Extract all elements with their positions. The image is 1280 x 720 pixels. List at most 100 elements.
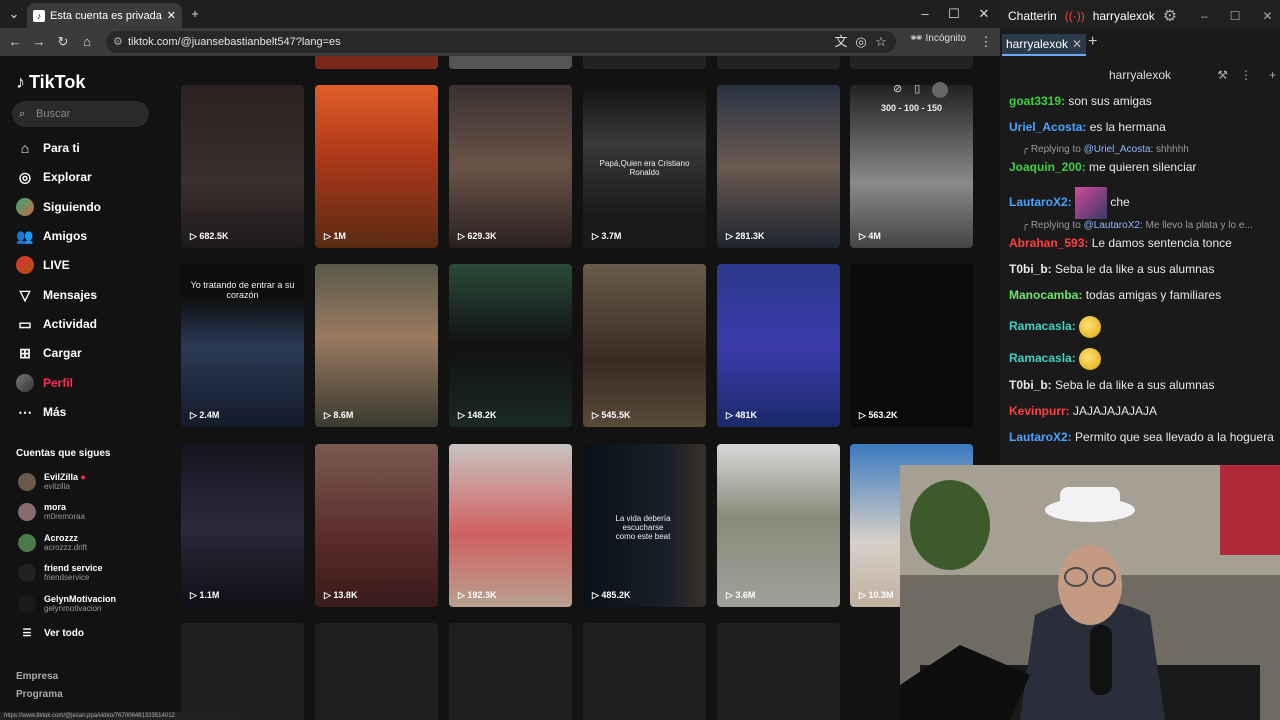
following-account[interactable]: EvilZilla ● evilzilla <box>18 472 86 491</box>
video-thumbnail[interactable]: Yo tratando de entrar a su corazón ▷ 2.4M <box>181 264 304 427</box>
video-thumbnail[interactable]: 300 - 100 - 150 ▷ 4M <box>850 85 973 248</box>
close-tab-icon[interactable]: ✕ <box>167 9 176 22</box>
video-thumbnail-partial[interactable] <box>449 56 572 69</box>
minimize-icon[interactable]: – <box>914 4 936 24</box>
video-thumbnail[interactable]: ▷ 8.6M <box>315 264 438 427</box>
browser-menu-icon[interactable]: ⋮ <box>975 32 997 52</box>
video-thumbnail[interactable]: ▷ 629.3K <box>449 85 572 248</box>
chat-username[interactable]: Uriel_Acosta: <box>1009 120 1086 134</box>
chat-username[interactable]: LautaroX2: <box>1009 195 1072 209</box>
following-account[interactable]: mora m0remoraa <box>18 502 85 521</box>
nav-siguiendo[interactable]: Siguiendo <box>16 196 101 218</box>
chat-username[interactable]: LautaroX2: <box>1009 430 1072 444</box>
video-thumbnail[interactable]: ▷ 3.6M <box>717 444 840 607</box>
video-thumbnail-partial[interactable] <box>717 56 840 69</box>
video-thumbnail-partial[interactable] <box>850 56 973 69</box>
video-thumbnail[interactable]: ▷ 13.8K <box>315 444 438 607</box>
url-field[interactable]: ⚙ tiktok.com/@juansebastianbelt547?lang=… <box>106 31 896 53</box>
translate-icon[interactable]: 文 <box>830 32 852 52</box>
tab-search-icon[interactable]: ⌄ <box>3 4 25 24</box>
video-thumbnail[interactable]: ▷ 563.2K <box>850 264 973 427</box>
video-thumbnail[interactable]: ▷ 1M <box>315 85 438 248</box>
chat-username[interactable]: T0bi_b: <box>1009 378 1052 392</box>
nav-amigos[interactable]: 👥 Amigos <box>16 225 87 247</box>
close-window-icon[interactable]: ✕ <box>1263 9 1273 23</box>
incognito-indicator[interactable]: 🕶 Incógnito <box>910 33 966 44</box>
footer-link[interactable]: Empresa <box>16 671 58 682</box>
close-window-icon[interactable]: ✕ <box>973 4 995 24</box>
back-icon[interactable]: ← <box>4 32 26 52</box>
phone-icon[interactable]: ▯ <box>914 82 920 98</box>
reply-label: Replying to <box>1030 144 1081 155</box>
search-input[interactable]: ⌕ Buscar <box>12 101 149 127</box>
reload-icon[interactable]: ↻ <box>52 32 74 52</box>
video-caption: Papá,Quien era Cristiano Ronaldo <box>599 159 690 177</box>
add-split-icon[interactable]: + <box>1269 64 1276 86</box>
nav-live[interactable]: LIVE <box>16 254 70 276</box>
video-thumbnail-partial[interactable] <box>583 56 706 69</box>
nav-perfil[interactable]: Perfil <box>16 372 73 394</box>
bookmark-star-icon[interactable]: ☆ <box>870 32 892 52</box>
video-thumbnail[interactable]: La vida debería escucharse como este bea… <box>583 444 706 607</box>
video-placeholder <box>181 623 304 720</box>
chat-username[interactable]: Joaquin_200: <box>1009 160 1086 174</box>
video-placeholder <box>315 623 438 720</box>
video-thumbnail[interactable]: ▷ 682.5K <box>181 85 304 248</box>
chat-username[interactable]: goat3319: <box>1009 94 1065 108</box>
view-count-value: 682.5K <box>199 231 229 241</box>
nav-explorar[interactable]: ◎ Explorar <box>16 166 92 188</box>
new-tab-icon[interactable]: + <box>184 4 206 24</box>
nav-mas[interactable]: ⋯ Más <box>16 401 66 423</box>
moderation-icon[interactable]: ⚒ <box>1217 64 1228 86</box>
video-thumbnail[interactable]: ▷ 481K <box>717 264 840 427</box>
footer-link[interactable]: Programa <box>16 689 63 700</box>
chat-channel-tab[interactable]: harryalexok ✕ <box>1002 34 1087 56</box>
see-all-link[interactable]: ☰ Ver todo <box>18 628 85 639</box>
following-account[interactable]: Acrozzz acrozzz.drift <box>18 533 87 552</box>
chat-username[interactable]: Ramacasla: <box>1009 319 1076 333</box>
avatar[interactable] <box>932 82 949 98</box>
video-thumbnail[interactable]: ▷ 1.1M <box>181 444 304 607</box>
compass-small-icon[interactable]: ⊘ <box>893 82 902 98</box>
nav-mensajes[interactable]: ▽ Mensajes <box>16 284 97 306</box>
reply-context[interactable]: ╭ Replying to @LautaroX2: Me llevo la pl… <box>1022 220 1272 231</box>
reply-context[interactable]: ╭ Replying to @Uriel_Acosta: shhhhh <box>1022 144 1272 155</box>
video-thumbnail-partial[interactable] <box>315 56 438 69</box>
following-account[interactable]: friend service friendservice <box>18 563 103 582</box>
chat-username[interactable]: Kevinpurr: <box>1009 404 1070 418</box>
avatar <box>18 563 36 582</box>
nav-para-ti[interactable]: ⌂ Para ti <box>16 137 80 159</box>
following-account[interactable]: GelynMotivacion gelynmotivacion <box>18 594 116 613</box>
tracking-icon[interactable]: ◎ <box>850 32 872 52</box>
video-thumbnail[interactable]: ▷ 148.2K <box>449 264 572 427</box>
close-tab-icon[interactable]: ✕ <box>1072 37 1082 51</box>
view-count: ▷ 13.8K <box>324 590 358 600</box>
forward-icon[interactable]: → <box>28 32 50 52</box>
reply-quote: Me llevo la plata y lo e... <box>1145 220 1253 231</box>
browser-tab[interactable]: ♪ Esta cuenta es privada. Sigue e ✕ <box>27 3 182 28</box>
tiktok-logo[interactable]: ♪ TikTok <box>16 72 85 93</box>
home-page-icon[interactable]: ⌂ <box>76 32 98 52</box>
add-tab-icon[interactable]: + <box>1088 33 1097 51</box>
chat-username[interactable]: Manocamba: <box>1009 288 1082 302</box>
nav-actividad[interactable]: ▭ Actividad <box>16 313 97 335</box>
settings-gear-icon[interactable]: ⚙ <box>1163 6 1177 26</box>
nav-cargar[interactable]: ⊞ Cargar <box>16 342 82 364</box>
view-count-value: 1M <box>333 231 346 241</box>
video-thumbnail[interactable]: ▷ 192.3K <box>449 444 572 607</box>
chat-message: Ramacasla: <box>1009 313 1274 339</box>
chat-menu-icon[interactable]: ⋮ <box>1240 64 1252 86</box>
live-stream-icon: ((·)) <box>1064 8 1085 23</box>
site-info-icon[interactable]: ⚙ <box>113 31 123 53</box>
video-thumbnail[interactable]: Papá,Quien era Cristiano Ronaldo ▷ 3.7M <box>583 85 706 248</box>
view-count: ▷ 481K <box>726 410 757 420</box>
minimize-icon[interactable]: – <box>1201 9 1208 23</box>
maximize-icon[interactable]: ☐ <box>943 4 965 24</box>
view-count: ▷ 1.1M <box>190 590 220 600</box>
chat-username[interactable]: Ramacasla: <box>1009 351 1076 365</box>
chat-username[interactable]: Abrahan_593: <box>1009 236 1088 250</box>
video-thumbnail[interactable]: ▷ 281.3K <box>717 85 840 248</box>
chat-username[interactable]: T0bi_b: <box>1009 262 1052 276</box>
video-thumbnail[interactable]: ▷ 545.5K <box>583 264 706 427</box>
maximize-icon[interactable]: ☐ <box>1230 9 1241 23</box>
